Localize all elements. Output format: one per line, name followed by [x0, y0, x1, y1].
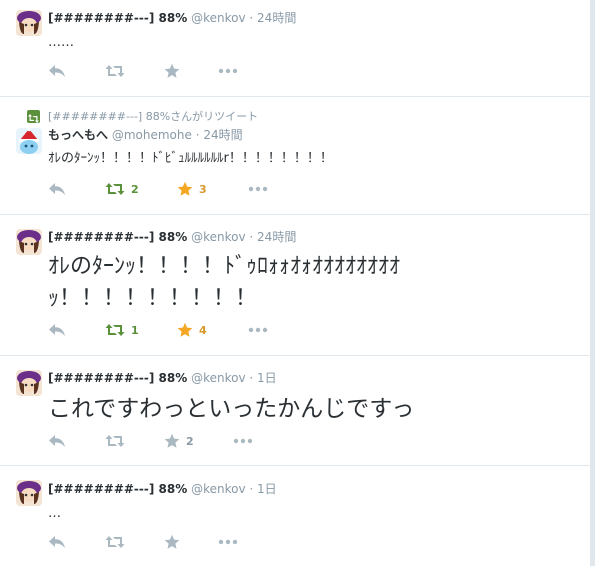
favorite-button[interactable]: 4 — [177, 320, 207, 340]
tweet-timestamp[interactable]: 1日 — [257, 482, 277, 496]
favorite-button[interactable] — [164, 61, 186, 81]
reply-button[interactable] — [48, 179, 66, 199]
retweet-context-icon — [27, 110, 40, 123]
retweet-icon — [105, 324, 125, 336]
tweet[interactable]: [########---] 88% @kenkov · 1日 … — [0, 466, 590, 566]
tweet-text-line: ｯ！！！！！！！！！ — [48, 286, 258, 311]
tweet-author-name[interactable]: [########---] 88% — [48, 11, 187, 25]
retweet-context[interactable]: [########---] 88%さんがリツイート — [48, 110, 258, 124]
retweet-icon — [105, 65, 125, 77]
tweet-text-line: これですわっといったかんじですっ — [48, 396, 415, 422]
tweet-timestamp[interactable]: 24時間 — [257, 11, 296, 25]
star-icon — [177, 322, 193, 337]
avatar[interactable] — [16, 229, 42, 255]
retweet-icon — [105, 536, 125, 548]
tweet-header: [########---] 88% @kenkov · 24時間 — [48, 11, 296, 26]
retweet-icon — [105, 435, 125, 447]
favorite-count: 3 — [199, 182, 207, 196]
tweet-author-handle[interactable]: @kenkov — [191, 11, 245, 25]
more-button[interactable] — [233, 431, 253, 451]
avatar[interactable] — [16, 128, 42, 154]
more-icon — [233, 438, 253, 444]
reply-button[interactable] — [48, 61, 66, 81]
tweet[interactable]: [########---] 88% @kenkov · 24時間 ｵﾚのﾀｰﾝｯ… — [0, 215, 590, 356]
separator-dot: · — [249, 11, 254, 25]
more-button[interactable] — [248, 179, 268, 199]
favorite-button[interactable] — [164, 532, 186, 552]
tweet-timestamp[interactable]: 24時間 — [257, 230, 296, 244]
favorite-button[interactable]: 2 — [164, 431, 194, 451]
avatar[interactable] — [16, 480, 42, 506]
separator-dot: · — [195, 128, 200, 142]
scroll-edge — [590, 0, 595, 566]
tweet-author-name[interactable]: [########---] 88% — [48, 371, 187, 385]
timeline: [########---] 88% @kenkov · 24時間 …… [###… — [0, 0, 590, 566]
tweet[interactable]: [########---] 88% @kenkov · 1日 これですわっといっ… — [0, 356, 590, 466]
favorite-count: 4 — [199, 323, 207, 337]
reply-icon — [49, 324, 65, 336]
tweet-header: [########---] 88% @kenkov · 24時間 — [48, 230, 296, 245]
avatar[interactable] — [16, 370, 42, 396]
more-button[interactable] — [218, 61, 238, 81]
star-icon — [177, 181, 193, 196]
retweet-count: 1 — [131, 323, 139, 337]
tweet-header: もっへもへ @mohemohe · 24時間 — [48, 128, 243, 143]
tweet-text: … — [48, 505, 61, 523]
tweet-author-name[interactable]: もっへもへ — [48, 128, 108, 142]
tweet-timestamp[interactable]: 24時間 — [203, 128, 242, 142]
more-icon — [248, 327, 268, 333]
reply-icon — [49, 536, 65, 548]
retweet-button[interactable]: 1 — [105, 320, 139, 340]
tweet-author-handle[interactable]: @kenkov — [191, 230, 245, 244]
tweet-text-line: ｵﾚのﾀｰﾝｯ！！！！ﾄﾞｩﾛｫｫｵｫｵｵｵｵｵｵｵｵ — [48, 254, 401, 279]
reply-button[interactable] — [48, 320, 66, 340]
retweet-button[interactable] — [105, 431, 131, 451]
separator-dot: · — [249, 482, 254, 496]
tweet-header: [########---] 88% @kenkov · 1日 — [48, 482, 277, 497]
tweet-header: [########---] 88% @kenkov · 1日 — [48, 371, 277, 386]
tweet-text: …… — [48, 34, 74, 52]
retweet-button[interactable]: 2 — [105, 179, 139, 199]
tweet-author-handle[interactable]: @kenkov — [191, 371, 245, 385]
tweet-author-name[interactable]: [########---] 88% — [48, 230, 187, 244]
tweet-author-handle[interactable]: @mohemohe — [112, 128, 192, 142]
tweet-text: ｵﾚのﾀｰﾝｯ！！！！ﾄﾞｩﾛｫｫｵｫｵｵｵｵｵｵｵｵ ｯ！！！！！！！！！ — [48, 251, 400, 315]
tweet-text-line: ｵﾚのﾀｰﾝｯ！！！！ﾄﾞﾋﾞｭﾙﾙﾙﾙﾙﾙr！！！！！！！！ — [48, 151, 333, 166]
star-icon — [164, 433, 180, 448]
reply-button[interactable] — [48, 431, 66, 451]
retweet-button[interactable] — [105, 532, 131, 552]
tweet[interactable]: [########---] 88%さんがリツイート もっへもへ @mohemoh… — [0, 97, 590, 215]
tweet-author-handle[interactable]: @kenkov — [191, 482, 245, 496]
reply-icon — [49, 435, 65, 447]
favorite-button[interactable]: 3 — [177, 179, 207, 199]
more-button[interactable] — [248, 320, 268, 340]
more-button[interactable] — [218, 532, 238, 552]
more-icon — [218, 68, 238, 74]
more-icon — [248, 186, 268, 192]
reply-icon — [49, 183, 65, 195]
favorite-count: 2 — [186, 434, 194, 448]
tweet-text: これですわっといったかんじですっ — [48, 393, 414, 425]
retweet-icon — [105, 183, 125, 195]
avatar[interactable] — [16, 10, 42, 36]
retweet-button[interactable] — [105, 61, 131, 81]
tweet[interactable]: [########---] 88% @kenkov · 24時間 …… — [0, 0, 590, 97]
tweet-text-line: … — [48, 506, 61, 521]
tweet-author-name[interactable]: [########---] 88% — [48, 482, 187, 496]
star-icon — [164, 534, 180, 549]
separator-dot: · — [249, 230, 254, 244]
reply-icon — [49, 65, 65, 77]
star-icon — [164, 63, 180, 78]
tweet-text-line: …… — [48, 35, 74, 50]
retweet-count: 2 — [131, 182, 139, 196]
separator-dot: · — [249, 371, 254, 385]
tweet-text: ｵﾚのﾀｰﾝｯ！！！！ﾄﾞﾋﾞｭﾙﾙﾙﾙﾙﾙr！！！！！！！！ — [48, 150, 333, 168]
more-icon — [218, 539, 238, 545]
reply-button[interactable] — [48, 532, 66, 552]
tweet-timestamp[interactable]: 1日 — [257, 371, 277, 385]
